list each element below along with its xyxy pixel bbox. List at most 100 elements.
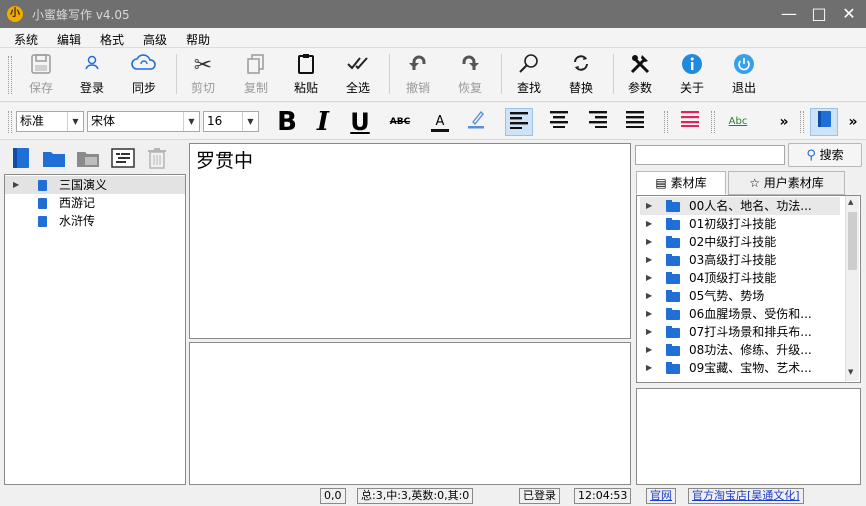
outline-button[interactable] (110, 146, 136, 170)
tree-item-shuihu[interactable]: 水浒传 (5, 212, 185, 230)
toolbar-grip[interactable] (800, 111, 804, 133)
replace-button[interactable]: 替换 (561, 52, 601, 100)
align-center-icon (548, 111, 570, 131)
font-color-button[interactable]: A (426, 108, 454, 136)
expand-arrow-icon[interactable]: ▶ (646, 323, 652, 341)
editor-text: 罗贯中 (196, 150, 254, 172)
menu-system[interactable]: 系统 (14, 31, 38, 48)
list-item[interactable]: ▶ 09宝藏、宝物、艺术... (640, 359, 840, 377)
list-item[interactable]: ▶ 07打斗场景和排兵布... (640, 323, 840, 341)
folder-icon (666, 236, 680, 248)
scroll-up-icon[interactable]: ▲ (848, 198, 853, 206)
close-button[interactable]: ✕ (838, 4, 860, 24)
expand-arrow-icon[interactable]: ▶ (646, 197, 652, 215)
new-folder-button[interactable] (41, 146, 67, 170)
menu-edit[interactable]: 编辑 (57, 31, 81, 48)
toolbar-grip[interactable] (8, 56, 12, 94)
login-button[interactable]: 登录 (72, 52, 112, 100)
save-button[interactable]: 保存 (21, 52, 61, 100)
list-item[interactable]: ▶ 02中级打斗技能 (640, 233, 840, 251)
undo-button[interactable]: 撤销 (398, 52, 438, 100)
scroll-thumb[interactable] (848, 212, 857, 270)
editor-area[interactable]: 罗贯中 (189, 143, 631, 339)
material-scrollbar[interactable]: ▲ ▼ (845, 196, 859, 381)
expand-arrow-icon[interactable]: ▶ (646, 341, 652, 359)
find-button[interactable]: 查找 (509, 52, 549, 100)
params-button[interactable]: 参数 (620, 52, 660, 100)
list-item[interactable]: ▶ 06血腥场景、受伤和... (640, 305, 840, 323)
menu-advanced[interactable]: 高级 (143, 31, 167, 48)
folder-icon (666, 290, 680, 302)
expand-arrow-icon[interactable]: ▶ (646, 305, 652, 323)
list-item[interactable]: ▶ 05气势、势场 (640, 287, 840, 305)
tree-item-sanguo[interactable]: ▶ 三国演义 (5, 176, 185, 194)
toolbar-overflow-button[interactable]: » (770, 108, 798, 136)
sync-button[interactable]: 同步 (124, 52, 164, 100)
redo-button[interactable]: 恢复 (450, 52, 490, 100)
list-style-button[interactable] (676, 108, 704, 136)
cut-button[interactable]: ✂ 剪切 (183, 52, 223, 100)
expand-arrow-icon[interactable]: ▶ (646, 359, 652, 377)
spell-check-button[interactable]: Abc (722, 108, 754, 136)
redo-icon (450, 52, 490, 80)
list-item[interactable]: ▶ 04顶级打斗技能 (640, 269, 840, 287)
menu-format[interactable]: 格式 (100, 31, 124, 48)
toolbar-grip[interactable] (664, 111, 668, 133)
website-link[interactable]: 官网 (646, 488, 676, 504)
new-book-button[interactable] (9, 146, 35, 170)
bold-button[interactable]: B (273, 108, 301, 136)
list-item[interactable]: ▶ 03高级打斗技能 (640, 251, 840, 269)
undo-icon (398, 52, 438, 80)
expand-arrow-icon[interactable]: ▶ (646, 269, 652, 287)
align-left-button[interactable] (505, 108, 533, 136)
toolbar-overflow-button-2[interactable]: » (843, 108, 863, 136)
expand-arrow-icon[interactable]: ▶ (646, 251, 652, 269)
copy-button[interactable]: 复制 (236, 52, 276, 100)
select-all-button[interactable]: 全选 (338, 52, 378, 100)
exit-button[interactable]: 退出 (724, 52, 764, 100)
shop-link[interactable]: 官方淘宝店[昊通文化] (688, 488, 804, 504)
menu-help[interactable]: 帮助 (186, 31, 210, 48)
scroll-down-icon[interactable]: ▼ (848, 368, 853, 376)
notes-area[interactable] (189, 342, 631, 485)
justify-button[interactable] (621, 108, 649, 136)
highlighter-icon (465, 110, 487, 133)
toolbar-grip[interactable] (711, 111, 715, 133)
list-item[interactable]: ▶ 08功法、修练、升级... (640, 341, 840, 359)
replace-icon (561, 52, 601, 80)
toolbar-grip[interactable] (8, 111, 12, 133)
color-bar (431, 129, 449, 132)
highlight-button[interactable] (462, 108, 490, 136)
style-select[interactable]: 标准 ▼ (16, 111, 84, 132)
maximize-button[interactable]: □ (808, 4, 830, 24)
delete-button[interactable] (145, 146, 171, 170)
panel-toggle-button[interactable] (810, 108, 838, 136)
expand-arrow-icon[interactable]: ▶ (13, 176, 19, 194)
expand-arrow-icon[interactable]: ▶ (646, 215, 652, 233)
strikethrough-button[interactable]: ABC (384, 108, 416, 136)
tree-toolbar (4, 143, 186, 173)
tab-material[interactable]: ▤ 素材库 (636, 171, 726, 195)
tree-item-xiyou[interactable]: 西游记 (5, 194, 185, 212)
chevron-down-icon: ▼ (67, 112, 83, 131)
font-select[interactable]: 宋体 ▼ (87, 111, 200, 132)
list-item[interactable]: ▶ 01初级打斗技能 (640, 215, 840, 233)
material-preview[interactable] (636, 388, 861, 485)
underline-button[interactable]: U (346, 108, 374, 136)
about-button[interactable]: 关于 (672, 52, 712, 100)
book-tree[interactable]: ▶ 三国演义 西游记 水浒传 (4, 174, 186, 485)
new-doc-button[interactable] (75, 146, 101, 170)
minimize-button[interactable]: — (778, 4, 800, 24)
paste-button[interactable]: 粘贴 (286, 52, 326, 100)
font-size-select[interactable]: 16 ▼ (203, 111, 259, 132)
folder-icon (666, 200, 680, 212)
search-button[interactable]: ⚲ 搜索 (788, 143, 862, 167)
search-input[interactable] (635, 145, 785, 165)
align-right-button[interactable] (584, 108, 612, 136)
tab-user-material[interactable]: ☆ 用户素材库 (728, 171, 845, 195)
align-center-button[interactable] (545, 108, 573, 136)
expand-arrow-icon[interactable]: ▶ (646, 233, 652, 251)
italic-button[interactable]: I (309, 108, 337, 136)
list-item[interactable]: ▶ 00人名、地名、功法... (640, 197, 840, 215)
expand-arrow-icon[interactable]: ▶ (646, 287, 652, 305)
